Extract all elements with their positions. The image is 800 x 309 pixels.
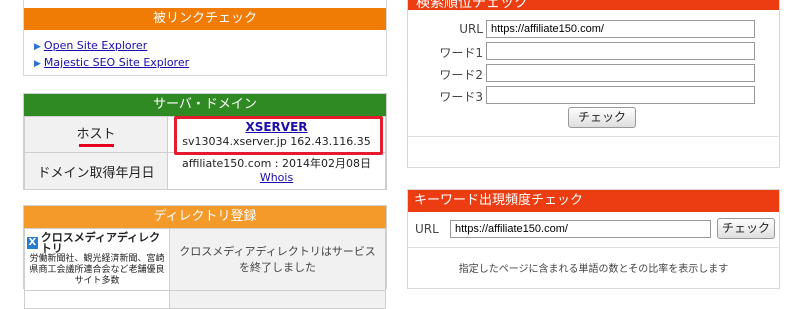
host-label: ホスト: [76, 126, 116, 142]
arrow-right-icon: ▶: [34, 42, 41, 52]
crossmedia-directory-logo[interactable]: X クロスメディアディレクトリ 労働新聞社、観光経済新聞、宮崎県商工会議所連合会…: [24, 228, 170, 291]
empty-cell: [169, 290, 386, 309]
directory-message: クロスメディアディレクトリはサービスを終了しました: [169, 228, 386, 291]
word1-label: ワード1: [439, 46, 483, 60]
directory-panel: ディレクトリ登録 X クロスメディアディレクトリ 労働新聞社、観光経済新聞、宮崎…: [23, 205, 387, 309]
host-highlight-box: [174, 116, 383, 155]
rank-check-button[interactable]: チェック: [568, 107, 636, 128]
list-item: ▶ Majestic SEO Site Explorer: [34, 55, 386, 72]
backlink-check-title: 被リンクチェック: [24, 8, 386, 30]
logo-subtitle: 労働新聞社、観光経済新聞、宮崎県商工会議所連合会など老舗優良サイト多数: [29, 254, 165, 286]
keyword-frequency-title: キーワード出現頻度チェック: [408, 190, 779, 212]
keyword-frequency-panel: キーワード出現頻度チェック URL チェック 指定したページに含まれる単語の数と…: [407, 189, 780, 289]
backlink-check-panel: 被リンクチェック ▶ Open Site Explorer ▶ Majestic S…: [23, 0, 387, 76]
search-rank-title: 検索順位チェック: [408, 0, 779, 10]
whois-link[interactable]: Whois: [260, 171, 293, 184]
list-item: ▶ Open Site Explorer: [34, 38, 386, 55]
table-row: [24, 290, 386, 309]
keyword-check-button[interactable]: チェック: [717, 218, 775, 239]
search-rank-panel: 検索順位チェック URL ワード1 ワード2 ワード3 チェック: [407, 0, 780, 168]
domain-label-cell: ドメイン取得年月日: [24, 152, 168, 190]
table-row: ドメイン取得年月日 affiliate150.com : 2014年02月08日…: [24, 152, 386, 190]
rank-url-input[interactable]: [486, 20, 755, 38]
word2-label: ワード2: [439, 68, 483, 82]
keyword-divider: [408, 247, 779, 248]
directory-title: ディレクトリ登録: [24, 206, 386, 228]
server-domain-title: サーバ・ドメイン: [24, 94, 386, 116]
keyword-url-label: URL: [415, 222, 439, 236]
host-underline: [78, 143, 114, 147]
table-row: X クロスメディアディレクトリ 労働新聞社、観光経済新聞、宮崎県商工会議所連合会…: [24, 228, 386, 291]
domain-value: affiliate150.com : 2014年02月08日: [182, 157, 371, 170]
keyword-url-input[interactable]: [450, 220, 711, 238]
backlink-link-list: ▶ Open Site Explorer ▶ Majestic SEO Site E…: [24, 38, 386, 72]
open-site-explorer-link[interactable]: Open Site Explorer: [44, 39, 147, 52]
word3-label: ワード3: [439, 90, 483, 104]
word2-input[interactable]: [486, 64, 755, 82]
keyword-note: 指定したページに含まれる単語の数とその比率を表示します: [458, 264, 729, 275]
domain-value-cell: affiliate150.com : 2014年02月08日 Whois: [167, 152, 386, 190]
crossmedia-x-icon: X: [27, 237, 38, 249]
host-label-cell: ホスト: [24, 116, 168, 153]
arrow-right-icon: ▶: [34, 59, 41, 69]
rank-divider: [408, 136, 779, 137]
directory-table: X クロスメディアディレクトリ 労働新聞社、観光経済新聞、宮崎県商工会議所連合会…: [24, 228, 386, 309]
logo-title-row: X クロスメディアディレクトリ: [27, 232, 167, 254]
empty-cell: [24, 290, 170, 309]
word3-input[interactable]: [486, 86, 755, 104]
rank-url-label: URL: [459, 22, 483, 36]
word1-input[interactable]: [486, 42, 755, 60]
logo-title: クロスメディアディレクトリ: [40, 231, 161, 255]
majestic-seo-link[interactable]: Majestic SEO Site Explorer: [44, 56, 189, 69]
